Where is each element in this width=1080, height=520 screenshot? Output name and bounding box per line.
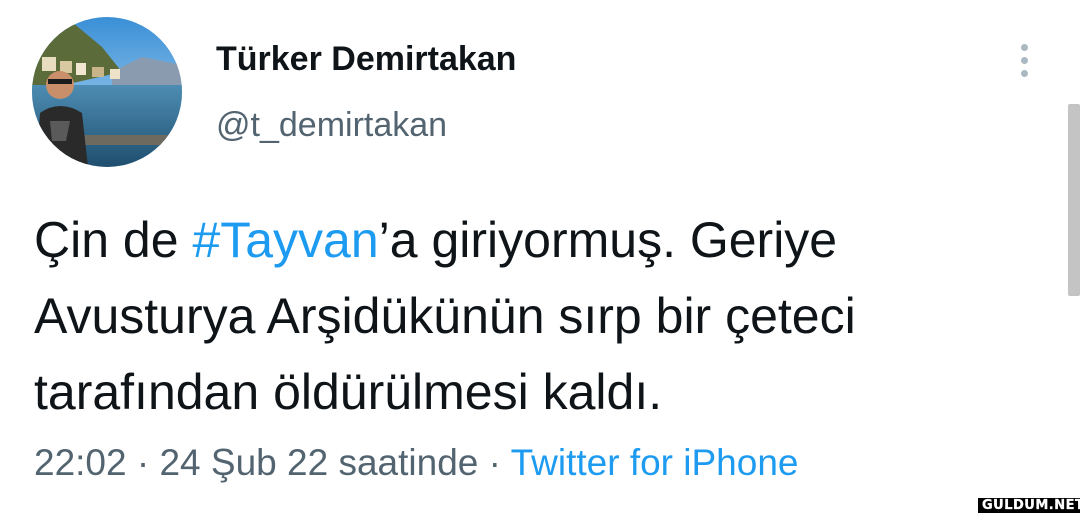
avatar[interactable] xyxy=(32,17,182,167)
profile-photo-icon xyxy=(32,17,182,167)
tweet-text: Çin de #Tayvan’a giriyormuş. Geriye Avus… xyxy=(34,202,1064,430)
tweet-line-1: Çin de #Tayvan’a giriyormuş. Geriye xyxy=(34,202,1064,278)
more-options-icon[interactable] xyxy=(1010,42,1040,82)
tweet-text-segment: Çin de xyxy=(34,212,193,268)
display-name[interactable]: Türker Demirtakan xyxy=(216,40,516,79)
tweet-time[interactable]: 22:02 xyxy=(34,442,127,483)
tweet-source-link[interactable]: Twitter for iPhone xyxy=(511,442,799,483)
separator: · xyxy=(478,442,511,483)
scrollbar[interactable] xyxy=(1068,104,1080,296)
tweet-meta: 22:02 · 24 Şub 22 saatinde · Twitter for… xyxy=(34,442,798,484)
tweet-line-2: Avusturya Arşidükünün sırp bir çeteci xyxy=(34,288,856,344)
watermark-logo: GULDUM.NET xyxy=(978,498,1080,513)
hashtag-link[interactable]: #Tayvan xyxy=(192,212,378,268)
tweet-line-3: tarafından öldürülmesi kaldı. xyxy=(34,364,663,420)
user-handle[interactable]: @t_demirtakan xyxy=(216,106,447,145)
tweet-date[interactable]: 24 Şub 22 saatinde xyxy=(159,442,478,483)
separator: · xyxy=(126,442,160,483)
tweet-text-segment: ’a giriyormuş. Geriye xyxy=(378,212,838,268)
